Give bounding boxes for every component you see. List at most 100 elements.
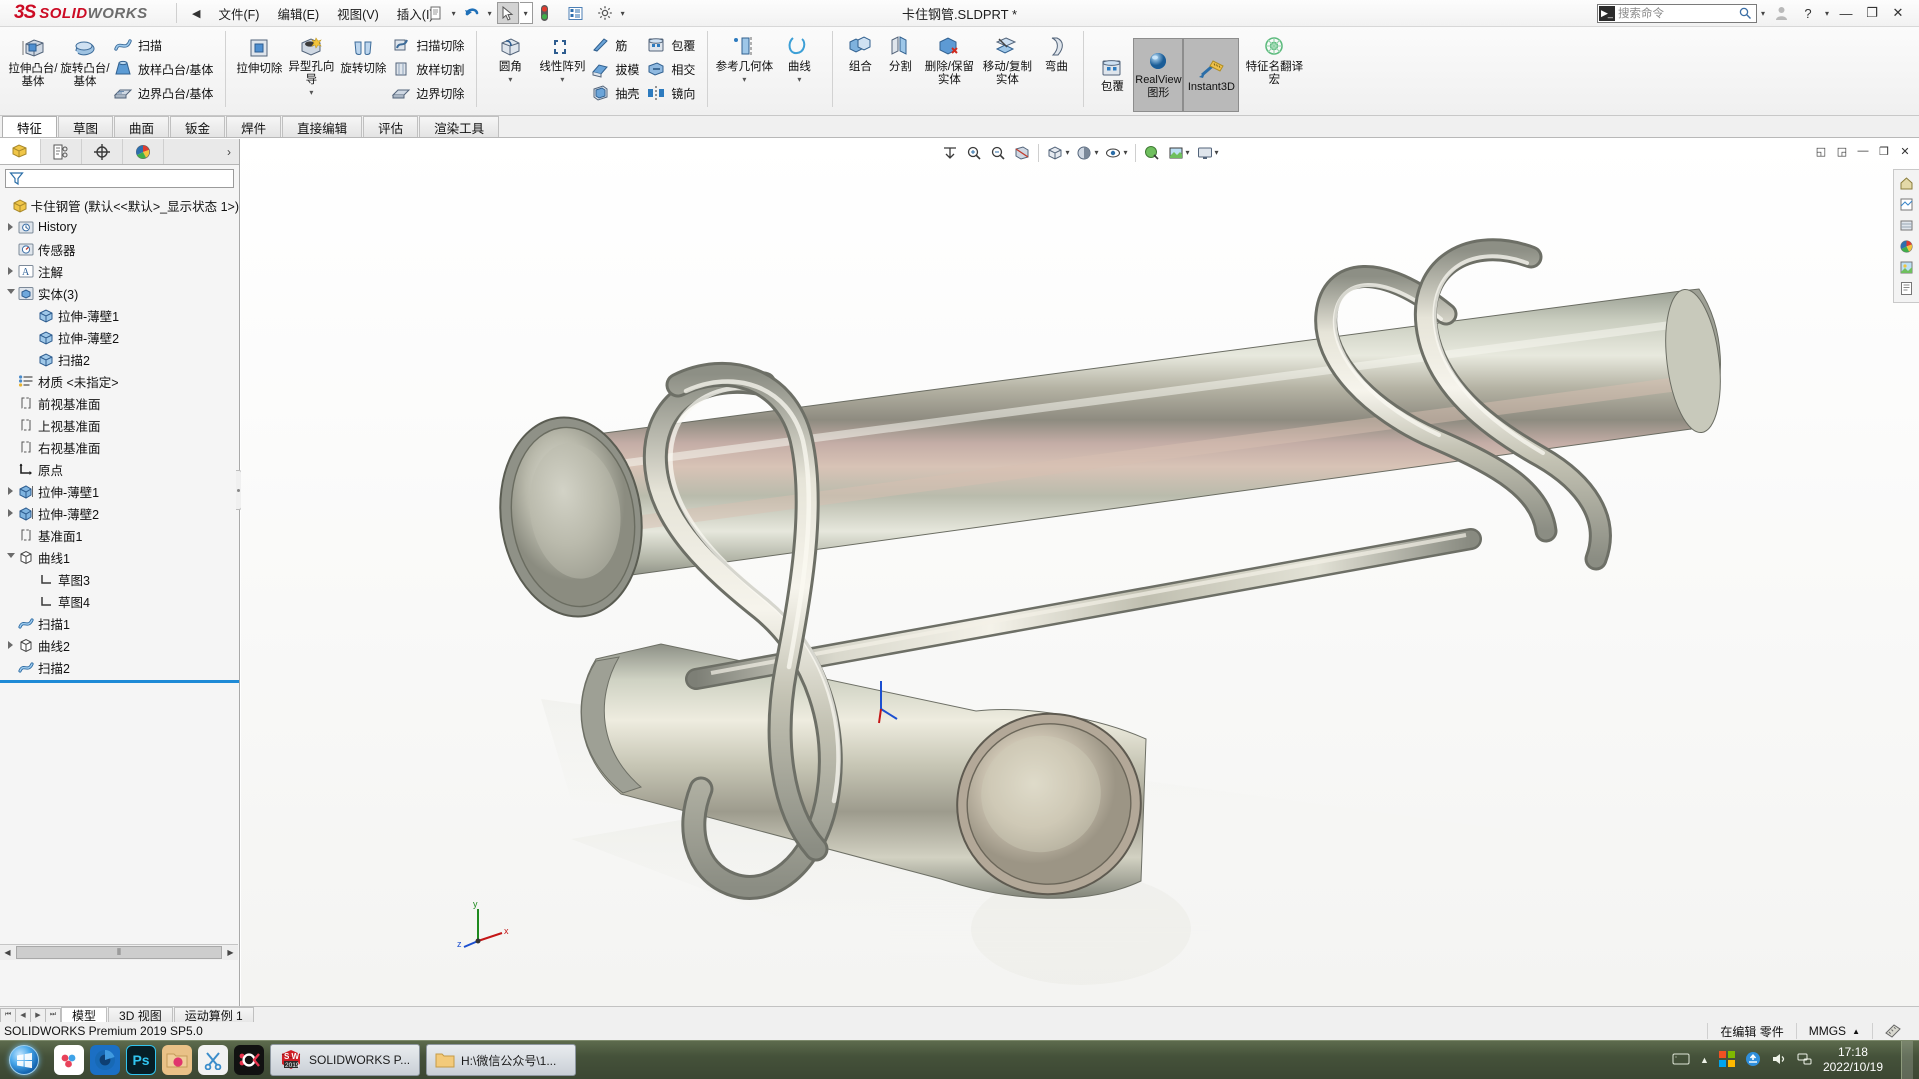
taskbar-icon-photoshop[interactable]: Ps [126,1045,156,1075]
lofted-boss-base-button[interactable]: 放样凸台/基体 [111,57,218,81]
model-3d-view[interactable] [241,139,1919,1007]
tree-item-history[interactable]: History [0,216,239,238]
tab-weldments[interactable]: 焊件 [226,116,282,137]
tree-horizontal-scrollbar[interactable]: ◀ ⦀ ▶ [0,944,238,960]
tree-item-extrude-thin2-body[interactable]: 拉伸-薄壁2 [0,326,239,348]
tree-item-curve2[interactable]: 曲线2 [0,634,239,656]
view-orientation-caret-icon[interactable]: ▾ [1065,148,1069,157]
reference-geometry-dropdown-icon[interactable]: ▾ [742,75,746,84]
tree-item-extrude-thin2-twist-icon[interactable] [4,509,17,517]
search-caret-icon[interactable]: ▾ [1757,9,1769,18]
boundary-cut-button[interactable]: 边界切除 [389,81,469,105]
status-overlay-icon[interactable] [1872,1023,1919,1039]
select-cursor-icon[interactable] [496,2,519,24]
wrap-button-2[interactable]: 包覆 [1091,51,1133,94]
tile-right-icon[interactable]: ◲ [1832,142,1852,160]
menu-collapse-arrow-icon[interactable]: ◀ [183,7,209,20]
tree-item-curve2-twist-icon[interactable] [4,641,17,649]
previous-view-icon[interactable] [987,142,1009,164]
tree-item-curve1[interactable]: 曲线1 [0,546,239,568]
color-swatch-icon[interactable] [1896,236,1918,257]
tray-volume-icon[interactable] [1771,1052,1787,1069]
appearances-icon[interactable] [1896,194,1918,215]
combine-button[interactable]: 组合 [840,29,880,74]
doc-tab-model[interactable]: 模型 [61,1007,108,1023]
feature-tree[interactable]: 卡住钢管 (默认<<默认>_显示状态 1>) History 传感器 A 注解 实体(3… [0,190,239,1007]
swept-cut-button[interactable]: 扫描切除 [389,33,469,57]
revolved-boss-base-button[interactable]: 旋转凸台/基体 [59,29,111,89]
tray-update-icon[interactable] [1745,1051,1761,1070]
graphics-viewport[interactable]: ▾ ▾ ▾ ▾ ▾ ◱ ◲ — ❐ ✕ y x z [241,139,1919,1007]
zoom-to-fit-icon[interactable] [939,142,961,164]
feature-name-translate-macro-button[interactable]: 特征名翻译宏 [1245,29,1303,87]
linear-pattern-button[interactable]: 线性阵列 ▾ [536,29,588,84]
search-input[interactable]: ▶_ 搜索命令 [1596,3,1757,23]
tree-item-solid-bodies[interactable]: 实体(3) [0,282,239,304]
tree-item-annotations-twist-icon[interactable] [4,267,17,275]
tree-item-curve1-twist-icon[interactable] [4,552,17,562]
tree-item-extrude-thin1-twist-icon[interactable] [4,487,17,495]
tray-network-icon[interactable] [1797,1052,1813,1069]
last-tab-button[interactable]: ⏭ [45,1007,61,1023]
tray-windows-icon[interactable] [1718,1050,1735,1070]
tree-item-extrude-thin1[interactable]: 拉伸-薄壁1 [0,480,239,502]
lofted-cut-button[interactable]: 放样切割 [389,57,469,81]
undo-caret-icon[interactable]: ▾ [484,9,496,18]
prev-tab-button[interactable]: ◀ [15,1007,31,1023]
hide-show-items-icon[interactable] [1102,142,1124,164]
shell-button[interactable]: 抽壳 [588,81,644,105]
tray-expand-icon[interactable]: ▲ [1700,1055,1709,1065]
extruded-boss-base-button[interactable]: 拉伸凸台/基体 [7,29,59,89]
tab-surfaces[interactable]: 曲面 [114,116,170,137]
linear-pattern-dropdown-icon[interactable]: ▾ [560,75,564,84]
tile-left-icon[interactable]: ◱ [1811,142,1831,160]
wrap-button[interactable]: 包覆 [644,33,700,57]
move-copy-body-button[interactable]: 移动/复制实体 [978,29,1036,87]
scroll-left-arrow-icon[interactable]: ◀ [0,945,15,960]
edit-appearance-icon[interactable] [1141,142,1163,164]
tree-item-sensors[interactable]: 传感器 [0,238,239,260]
tree-item-top-plane[interactable]: 上视基准面 [0,414,239,436]
property-manager-tab[interactable] [41,139,82,164]
display-style-icon[interactable] [1073,142,1095,164]
decals-icon[interactable] [1896,257,1918,278]
new-document-caret-icon[interactable]: ▾ [448,9,460,18]
instant3d-toggle[interactable]: Instant3D [1183,38,1240,112]
gear-caret-icon[interactable]: ▾ [617,9,629,18]
menu-edit[interactable]: 编辑(E) [268,1,328,26]
new-document-icon[interactable] [425,2,447,24]
close-doc-icon[interactable]: ✕ [1895,142,1915,160]
select-caret-icon[interactable]: ▾ [519,2,533,24]
intersect-button[interactable]: 相交 [644,57,700,81]
menu-view[interactable]: 视图(V) [328,1,388,26]
tree-item-sweep2-body[interactable]: 扫描2 [0,348,239,370]
rebuild-icon[interactable] [534,2,556,24]
swept-boss-base-button[interactable]: 扫描 [111,33,218,57]
view-orientation-icon[interactable] [1044,142,1066,164]
restore-button[interactable]: ❐ [1859,2,1885,24]
doc-tab-3dviews[interactable]: 3D 视图 [108,1007,173,1023]
undo-icon[interactable] [461,2,483,24]
home-icon[interactable] [1896,173,1918,194]
gear-icon[interactable] [594,2,616,24]
tree-item-sketch3[interactable]: 草图3 [0,568,239,590]
apply-scene-icon[interactable] [1165,142,1187,164]
tree-item-extrude-thin2[interactable]: 拉伸-薄壁2 [0,502,239,524]
start-button[interactable] [0,1041,48,1079]
tree-item-sketch4[interactable]: 草图4 [0,590,239,612]
next-tab-button[interactable]: ▶ [30,1007,46,1023]
rollback-bar[interactable] [0,680,239,683]
taskbar-icon-okr[interactable] [234,1045,264,1075]
status-units[interactable]: MMGS ▲ [1795,1023,1872,1039]
configuration-manager-tab[interactable] [82,139,123,164]
tree-item-sweep2[interactable]: 扫描2 [0,656,239,678]
revolved-cut-button[interactable]: 旋转切除 [337,29,389,76]
taskbar-clock[interactable]: 17:18 2022/10/19 [1823,1045,1891,1075]
boundary-boss-base-button[interactable]: 边界凸台/基体 [111,81,218,105]
scroll-right-arrow-icon[interactable]: ▶ [223,945,238,960]
tab-features[interactable]: 特征 [2,116,58,137]
tab-direct-editing[interactable]: 直接编辑 [282,116,363,137]
help-caret-icon[interactable]: ▾ [1821,9,1833,18]
tree-item-history-twist-icon[interactable] [4,223,17,231]
display-manager-tab[interactable] [123,139,164,164]
